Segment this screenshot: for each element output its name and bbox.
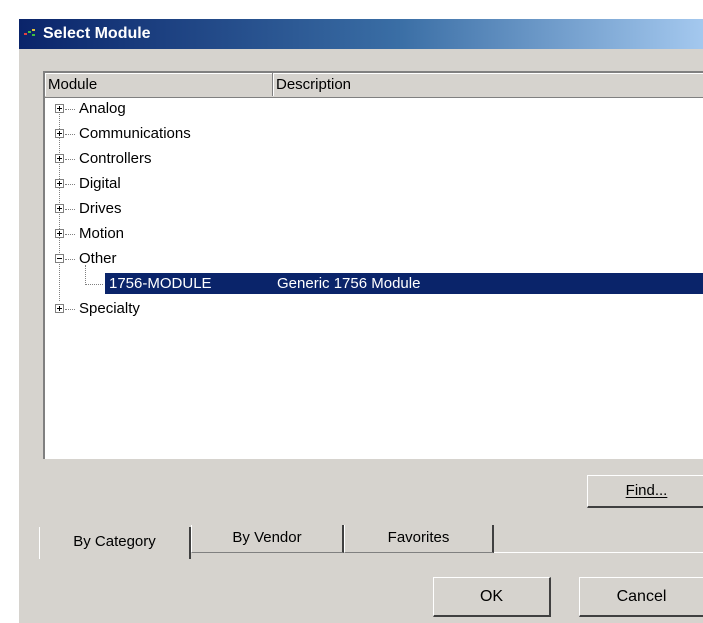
- tree-item-label: Controllers: [79, 150, 152, 167]
- tab-label: Favorites: [387, 529, 450, 546]
- tab-label: By Vendor: [232, 529, 302, 546]
- find-button[interactable]: Find...: [587, 475, 703, 508]
- expand-plus-icon[interactable]: [55, 129, 64, 138]
- tree-item-controllers[interactable]: Controllers: [45, 147, 703, 172]
- cancel-button[interactable]: Cancel: [579, 577, 703, 617]
- tree-item-other[interactable]: Other: [45, 247, 703, 285]
- expand-plus-icon[interactable]: [55, 204, 64, 213]
- expand-plus-icon[interactable]: [55, 104, 64, 113]
- module-tree-list[interactable]: Module Description Analog Communications…: [43, 71, 703, 459]
- tree-item-motion[interactable]: Motion: [45, 222, 703, 247]
- window-title: Select Module: [43, 25, 151, 42]
- tree-item-label: Digital: [79, 175, 121, 192]
- ok-button-label: OK: [479, 588, 504, 605]
- find-button-label: Find...: [625, 482, 668, 499]
- tree-item-label: Drives: [79, 200, 122, 217]
- expand-plus-icon[interactable]: [55, 229, 64, 238]
- expand-plus-icon[interactable]: [55, 304, 64, 313]
- module-name: 1756-MODULE: [109, 275, 212, 292]
- title-bar[interactable]: Select Module: [19, 19, 703, 49]
- tab-by-vendor[interactable]: By Vendor: [191, 525, 344, 553]
- expand-plus-icon[interactable]: [55, 179, 64, 188]
- expand-plus-icon[interactable]: [55, 154, 64, 163]
- tab-label: By Category: [73, 533, 156, 550]
- tree-item-specialty[interactable]: Specialty: [45, 297, 703, 322]
- collapse-minus-icon[interactable]: [55, 254, 64, 263]
- tree-item-communications[interactable]: Communications: [45, 122, 703, 147]
- module-description: Generic 1756 Module: [277, 275, 421, 292]
- select-module-dialog: Select Module Module Description Analog …: [18, 18, 703, 623]
- cancel-button-label: Cancel: [616, 588, 667, 605]
- tree-item-label: Other: [79, 250, 117, 267]
- tree-item-label: Specialty: [79, 300, 140, 317]
- tree-item-1756-module[interactable]: 1756-MODULE Generic 1756 Module: [45, 272, 703, 297]
- tab-by-category[interactable]: By Category: [39, 527, 191, 559]
- app-icon: [24, 29, 35, 36]
- tree-item-analog[interactable]: Analog: [45, 97, 703, 122]
- tree-rows: Analog Communications Controllers Digita…: [45, 97, 703, 322]
- tree-item-digital[interactable]: Digital: [45, 172, 703, 197]
- ok-button[interactable]: OK: [433, 577, 551, 617]
- tree-item-label: Analog: [79, 100, 126, 117]
- tree-item-label: Motion: [79, 225, 125, 242]
- tab-favorites[interactable]: Favorites: [344, 525, 494, 553]
- column-header-description[interactable]: Description: [273, 73, 703, 96]
- column-headers: Module Description: [45, 73, 703, 98]
- tree-item-drives[interactable]: Drives: [45, 197, 703, 222]
- column-header-module[interactable]: Module: [45, 73, 273, 96]
- tree-item-label: Communications: [79, 125, 191, 142]
